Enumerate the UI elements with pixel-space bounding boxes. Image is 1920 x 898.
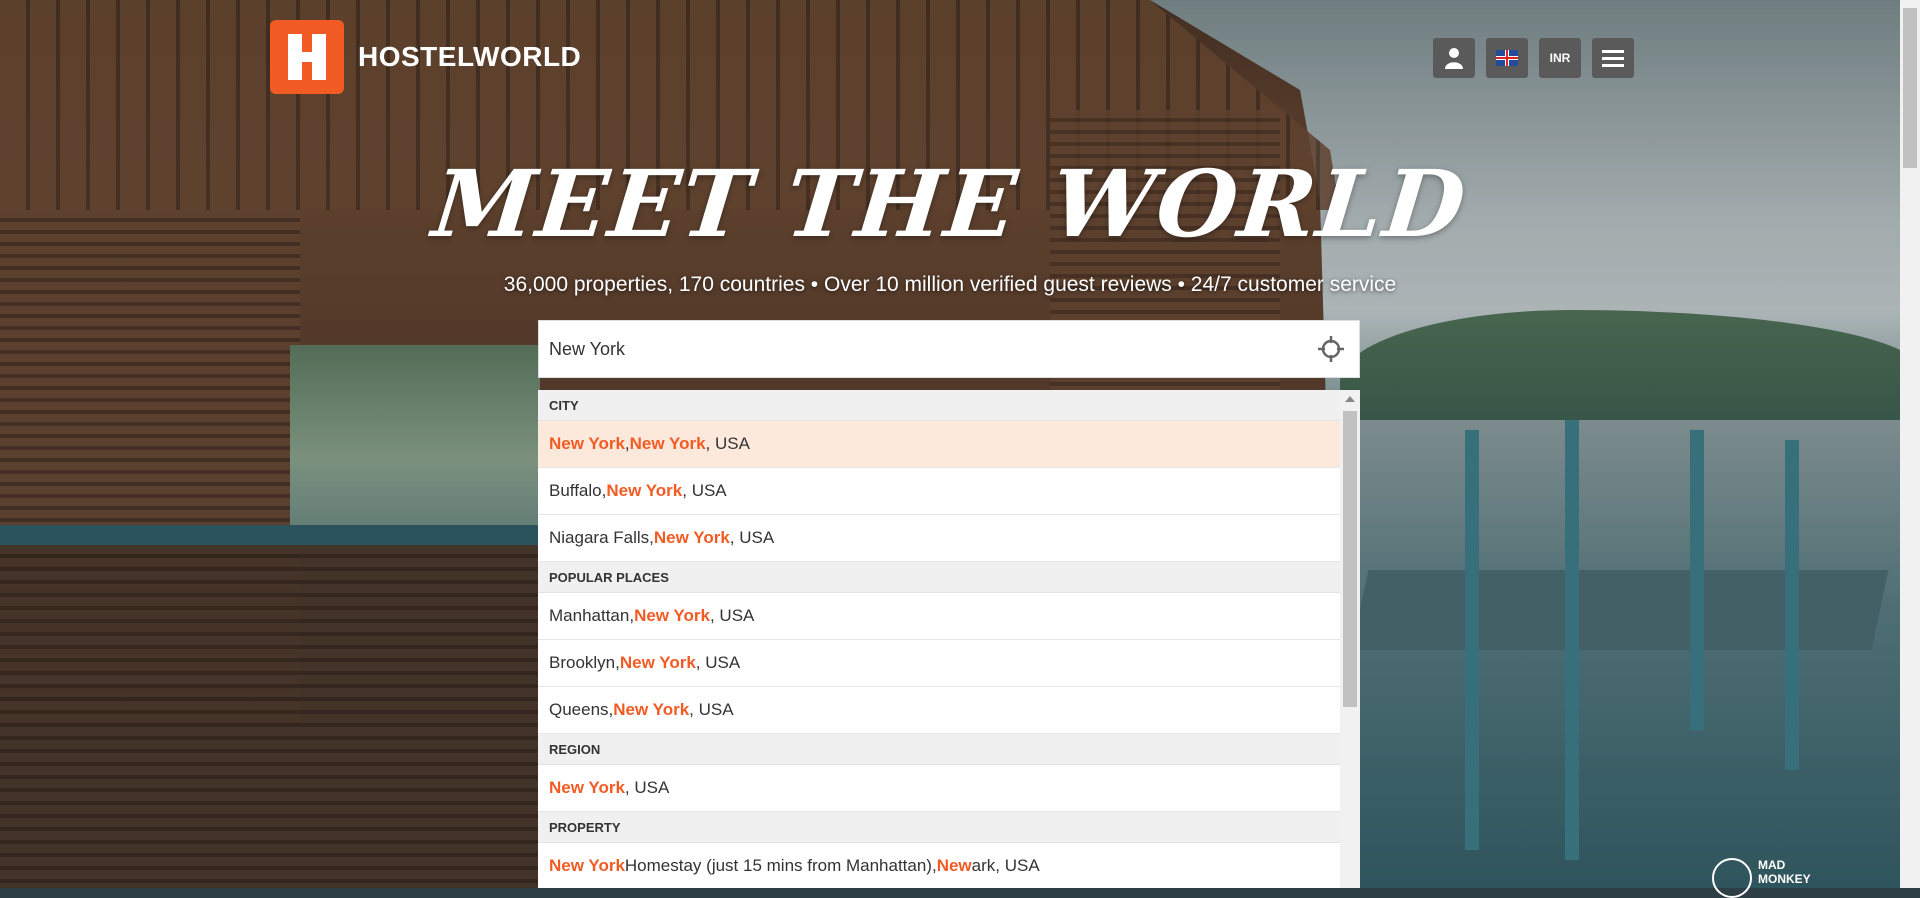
- match-highlight: New: [936, 856, 972, 875]
- suggestion-group-header: REGION: [538, 734, 1340, 765]
- suggestion-text: Buffalo,: [549, 481, 607, 500]
- currency-button[interactable]: INR: [1539, 38, 1581, 78]
- search-suggestions-dropdown: CITY New York, New York, USA Buffalo, New …: [538, 390, 1360, 888]
- suggestion-item[interactable]: New York, USA: [538, 765, 1340, 812]
- suggestion-text: Queens,: [549, 700, 614, 719]
- suggestion-item[interactable]: Buffalo, New York, USA: [538, 468, 1340, 515]
- suggestion-text: , USA: [695, 653, 741, 672]
- header-actions: INR: [1433, 38, 1634, 78]
- suggestion-item[interactable]: Brooklyn, New York, USA: [538, 640, 1340, 687]
- suggestion-item[interactable]: New York Homestay (just 15 mins from Man…: [538, 843, 1340, 888]
- suggestions-list: CITY New York, New York, USA Buffalo, New …: [538, 390, 1340, 888]
- search-box: [538, 320, 1360, 378]
- uk-flag-icon: [1496, 50, 1518, 66]
- suggestion-text: , USA: [624, 778, 670, 797]
- menu-button[interactable]: [1592, 38, 1634, 78]
- match-highlight: New York: [629, 434, 706, 453]
- match-highlight: New York: [613, 700, 690, 719]
- suggestion-text: , USA: [689, 700, 734, 719]
- dropdown-scroll-thumb[interactable]: [1343, 411, 1357, 707]
- suggestion-text: , USA: [705, 434, 750, 453]
- hostelworld-logo[interactable]: HOSTELWORLD: [270, 20, 581, 94]
- hero-subtitle: 36,000 properties, 170 countries • Over …: [503, 273, 1397, 296]
- crosshair-locate-icon: [1318, 336, 1344, 362]
- hostelworld-h-logo-icon: [270, 20, 344, 94]
- account-button[interactable]: [1433, 38, 1475, 78]
- hamburger-icon: [1602, 46, 1624, 71]
- suggestion-text: Manhattan,: [549, 606, 635, 625]
- suggestion-item[interactable]: New York, New York, USA: [538, 421, 1340, 468]
- hero-title: MEET THE WORLD: [428, 150, 1472, 258]
- suggestion-text: Homestay (just 15 mins from Manhattan),: [624, 856, 937, 875]
- suggestion-text: , USA: [729, 528, 775, 547]
- suggestion-group-header: POPULAR PLACES: [538, 562, 1340, 593]
- destination-search-input[interactable]: [539, 338, 1309, 360]
- match-highlight: New York: [606, 481, 683, 500]
- suggestion-item[interactable]: Manhattan, New York, USA: [538, 593, 1340, 640]
- match-highlight: New York: [549, 434, 625, 453]
- page-scroll-thumb[interactable]: [1903, 8, 1917, 168]
- suggestion-text: ark, USA: [971, 856, 1040, 875]
- suggestion-group-header: CITY: [538, 390, 1340, 421]
- brand-name: HOSTELWORLD: [358, 41, 582, 72]
- match-highlight: New York: [653, 528, 730, 547]
- dropdown-scrollbar[interactable]: [1340, 390, 1360, 888]
- match-highlight: New York: [619, 653, 696, 672]
- language-button[interactable]: [1486, 38, 1528, 78]
- match-highlight: New York: [549, 778, 625, 797]
- scroll-up-arrow-icon[interactable]: [1345, 396, 1355, 402]
- suggestion-item[interactable]: Queens, New York, USA: [538, 687, 1340, 734]
- suggestion-item[interactable]: Niagara Falls, New York, USA: [538, 515, 1340, 562]
- user-icon: [1445, 48, 1463, 69]
- locate-me-button[interactable]: [1309, 327, 1353, 371]
- suggestion-text: Brooklyn,: [549, 653, 620, 672]
- suggestion-text: , USA: [682, 481, 727, 500]
- mad-monkey-watermark: MAD MONKEY: [1712, 858, 1811, 898]
- page-scrollbar[interactable]: [1900, 0, 1920, 888]
- suggestion-text: Niagara Falls,: [549, 528, 654, 547]
- suggestion-text: , USA: [709, 606, 755, 625]
- match-highlight: New York: [549, 856, 625, 875]
- monkey-logo-icon: [1712, 858, 1752, 898]
- suggestion-group-header: PROPERTY: [538, 812, 1340, 843]
- match-highlight: New York: [634, 606, 710, 625]
